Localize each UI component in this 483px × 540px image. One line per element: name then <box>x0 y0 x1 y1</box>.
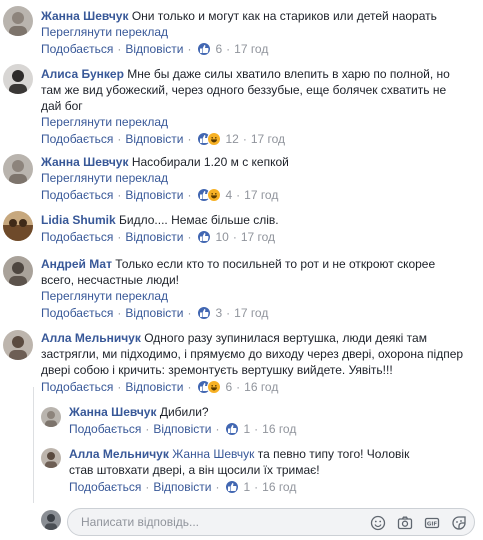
reaction-count: 6 <box>215 42 223 56</box>
reply-link[interactable]: Відповісти <box>125 131 183 147</box>
comment-author[interactable]: Андрей Мат <box>41 257 112 271</box>
comment-actions: Подобається · Відповісти · 6 · 16 год <box>41 379 279 395</box>
like-reaction-icon <box>225 422 240 436</box>
like-reaction-icon <box>197 42 212 56</box>
reply-link[interactable]: Відповісти <box>153 421 211 437</box>
reaction-count: 4 <box>225 188 233 202</box>
reply: Жанна Шевчук Дибили? Подобається · Відпов… <box>0 398 483 440</box>
reactions-summary[interactable]: 6 <box>197 41 222 57</box>
haha-reaction-icon <box>207 380 222 394</box>
like-link[interactable]: Подобається <box>41 187 113 203</box>
like-reaction-icon <box>197 306 212 320</box>
like-link[interactable]: Подобається <box>41 41 113 57</box>
comment-actions: Подобається · Відповісти · 12 · 17 год <box>41 131 286 147</box>
reactions-summary[interactable]: 10 <box>197 229 229 245</box>
comment-time[interactable]: 16 год <box>244 379 278 395</box>
comment: Жанна Шевчук Они только и могут как на с… <box>0 0 483 56</box>
reply-actions: Подобається · Відповісти · 1 · 16 год <box>69 479 297 495</box>
reply-link[interactable]: Відповісти <box>125 229 183 245</box>
like-link[interactable]: Подобається <box>41 305 113 321</box>
comment-author[interactable]: Алиса Бункер <box>41 67 124 81</box>
comment-time[interactable]: 17 год <box>251 131 285 147</box>
see-translation-link[interactable]: Переглянути переклад <box>41 288 461 304</box>
mention-link[interactable]: Жанна Шевчук <box>172 447 254 461</box>
like-link[interactable]: Подобається <box>41 131 113 147</box>
reply-author[interactable]: Алла Мельничук <box>69 447 169 461</box>
like-reaction-icon <box>225 480 240 494</box>
like-link[interactable]: Подобається <box>41 379 113 395</box>
emoji-icon[interactable] <box>369 514 387 532</box>
comment-text: Бидло.... Немає більше слів. <box>119 213 279 227</box>
avatar[interactable] <box>41 448 61 468</box>
reply-text: Дибили? <box>159 405 209 419</box>
reply-link[interactable]: Відповісти <box>125 305 183 321</box>
comment-text: Насобирали 1.20 м с кепкой <box>131 155 289 169</box>
comment-author[interactable]: Жанна Шевчук <box>41 155 128 169</box>
reactions-summary[interactable]: 12 <box>197 131 239 147</box>
reaction-count: 1 <box>243 480 251 494</box>
reply-author[interactable]: Жанна Шевчук <box>69 405 156 419</box>
comment-time[interactable]: 17 год <box>241 229 275 245</box>
like-link[interactable]: Подобається <box>69 479 141 495</box>
see-translation-link[interactable]: Переглянути переклад <box>41 170 481 186</box>
reply: Алла Мельничук Жанна Шевчук та певно тип… <box>0 440 483 502</box>
like-reaction-icon <box>197 230 212 244</box>
reply-time[interactable]: 16 год <box>262 421 296 437</box>
reaction-count: 10 <box>215 230 229 244</box>
reply-input[interactable] <box>81 515 281 529</box>
svg-text:GIF: GIF <box>427 521 438 527</box>
comment-author[interactable]: Lidia Shumik <box>41 213 116 227</box>
reactions-summary[interactable]: 4 <box>197 187 232 203</box>
avatar[interactable] <box>3 6 33 36</box>
comment-actions: Подобається · Відповісти · 10 · 17 год <box>41 229 276 245</box>
comment-actions: Подобається · Відповісти · 6 · 17 год <box>41 41 269 57</box>
comment-author[interactable]: Жанна Шевчук <box>41 9 128 23</box>
reply-time[interactable]: 16 год <box>262 479 296 495</box>
comment: Алла Мельничук Одного разу зупинилася ве… <box>0 324 483 398</box>
reply-link[interactable]: Відповісти <box>125 379 183 395</box>
camera-icon[interactable] <box>396 514 414 532</box>
reaction-count: 6 <box>225 380 233 394</box>
avatar[interactable] <box>3 154 33 184</box>
reply-link[interactable]: Відповісти <box>153 479 211 495</box>
comment-time[interactable]: 17 год <box>234 41 268 57</box>
reply-link[interactable]: Відповісти <box>125 187 183 203</box>
comment-author[interactable]: Алла Мельничук <box>41 331 141 345</box>
haha-reaction-icon <box>207 188 222 202</box>
comment: Lidia Shumik Бидло.... Немає більше слів… <box>0 206 483 250</box>
reply-link[interactable]: Відповісти <box>125 41 183 57</box>
reaction-count: 1 <box>243 422 251 436</box>
reply-input-box[interactable]: GIF <box>67 508 475 536</box>
comment-actions: Подобається · Відповісти · 4 · 17 год <box>41 187 279 203</box>
avatar[interactable] <box>3 256 33 286</box>
see-translation-link[interactable]: Переглянути переклад <box>41 24 481 40</box>
haha-reaction-icon <box>207 132 222 146</box>
comment-time[interactable]: 17 год <box>244 187 278 203</box>
avatar[interactable] <box>3 330 33 360</box>
reactions-summary[interactable]: 3 <box>197 305 222 321</box>
like-link[interactable]: Подобається <box>69 421 141 437</box>
reactions-summary[interactable]: 1 <box>225 479 250 495</box>
current-user-avatar[interactable] <box>41 510 61 530</box>
comment-time[interactable]: 17 год <box>234 305 268 321</box>
reactions-summary[interactable]: 1 <box>225 421 250 437</box>
comment: Андрей Мат Только если кто то посильней … <box>0 250 483 324</box>
comment-actions: Подобається · Відповісти · 3 · 17 год <box>41 305 269 321</box>
reactions-summary[interactable]: 6 <box>197 379 232 395</box>
composer-tools: GIF <box>360 514 468 532</box>
like-link[interactable]: Подобається <box>41 229 113 245</box>
avatar[interactable] <box>3 64 33 94</box>
comment: Жанна Шевчук Насобирали 1.20 м с кепкой … <box>0 148 483 206</box>
comment-text: Они только и могут как на стариков или д… <box>131 9 437 23</box>
sticker-icon[interactable] <box>450 514 468 532</box>
avatar[interactable] <box>3 211 33 241</box>
gif-icon[interactable]: GIF <box>423 514 441 532</box>
avatar[interactable] <box>41 407 61 427</box>
comment: Алиса Бункер Мне бы даже силы хватило вл… <box>0 58 483 148</box>
see-translation-link[interactable]: Переглянути переклад <box>41 114 451 130</box>
reaction-count: 12 <box>225 132 239 146</box>
reply-composer: GIF <box>33 503 483 540</box>
reply-actions: Подобається · Відповісти · 1 · 16 год <box>69 421 297 437</box>
reaction-count: 3 <box>215 306 223 320</box>
